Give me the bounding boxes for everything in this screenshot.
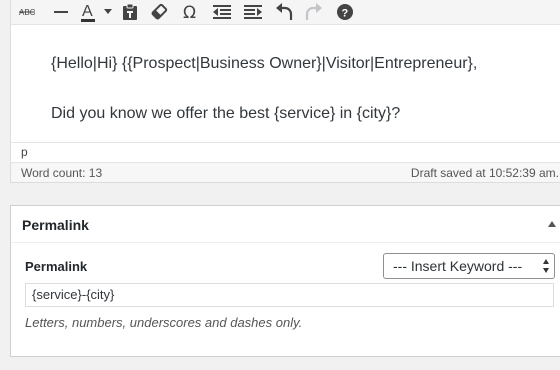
- metabox-title: Permalink: [22, 217, 89, 233]
- special-character-icon: Ω: [183, 3, 196, 21]
- collapse-toggle-icon[interactable]: [548, 221, 556, 227]
- undo-icon: [276, 3, 293, 20]
- permalink-input[interactable]: {service}-{city}: [25, 283, 554, 307]
- paste-as-text-icon: [123, 3, 137, 20]
- editor-status-bar: Word count: 13 Draft saved at 10:52:39 a…: [10, 162, 560, 183]
- svg-text:?: ?: [342, 8, 349, 20]
- text-color-dropdown[interactable]: [99, 0, 117, 24]
- undo-button[interactable]: [269, 0, 299, 24]
- clear-formatting-icon: [151, 3, 168, 20]
- element-path-item[interactable]: p: [21, 145, 28, 159]
- svg-text:A: A: [82, 3, 93, 20]
- editor-paragraph[interactable]: {Hello|Hi} {{Prospect|Business Owner}|Vi…: [51, 55, 477, 73]
- text-color-button[interactable]: A: [77, 0, 99, 24]
- select-arrows-icon: [543, 259, 550, 273]
- dropdown-caret-icon: [104, 9, 112, 14]
- editor-content-area[interactable]: {Hello|Hi} {{Prospect|Business Owner}|Vi…: [10, 24, 560, 142]
- paste-as-text-button[interactable]: [117, 0, 143, 24]
- word-count: Word count: 13: [21, 166, 103, 180]
- special-character-button[interactable]: Ω: [175, 0, 207, 24]
- element-path: p: [10, 142, 560, 162]
- indent-button[interactable]: [237, 0, 269, 24]
- keyboard-shortcuts-button[interactable]: ?: [329, 0, 361, 24]
- insert-keyword-selected: --- Insert Keyword ---: [393, 258, 523, 274]
- redo-icon: [305, 3, 322, 20]
- permalink-metabox: Permalink Permalink --- Insert Keyword -…: [10, 205, 560, 357]
- outdent-icon: [213, 5, 231, 19]
- strikethrough-button[interactable]: ABC: [11, 0, 45, 24]
- editor-toolbar: ABC A Ω ?: [10, 0, 560, 24]
- svg-text:Ω: Ω: [183, 3, 196, 21]
- insert-keyword-select[interactable]: --- Insert Keyword ---: [383, 253, 555, 279]
- permalink-label: Permalink: [25, 259, 88, 274]
- permalink-help-text: Letters, numbers, underscores and dashes…: [25, 315, 303, 330]
- text-color-icon: A: [81, 3, 95, 22]
- redo-button[interactable]: [299, 0, 329, 24]
- editor-paragraph[interactable]: Did you know we offer the best {service}…: [51, 105, 400, 123]
- strikethrough-icon: ABC: [19, 8, 36, 17]
- autosave-status: Draft saved at 10:52:39 am.: [410, 166, 559, 180]
- help-icon: ?: [337, 4, 353, 20]
- clear-formatting-button[interactable]: [143, 0, 175, 24]
- horizontal-line-button[interactable]: [45, 0, 77, 24]
- metabox-header[interactable]: Permalink: [11, 206, 560, 243]
- horizontal-line-icon: [54, 11, 68, 13]
- outdent-button[interactable]: [207, 0, 237, 24]
- indent-icon: [244, 5, 262, 19]
